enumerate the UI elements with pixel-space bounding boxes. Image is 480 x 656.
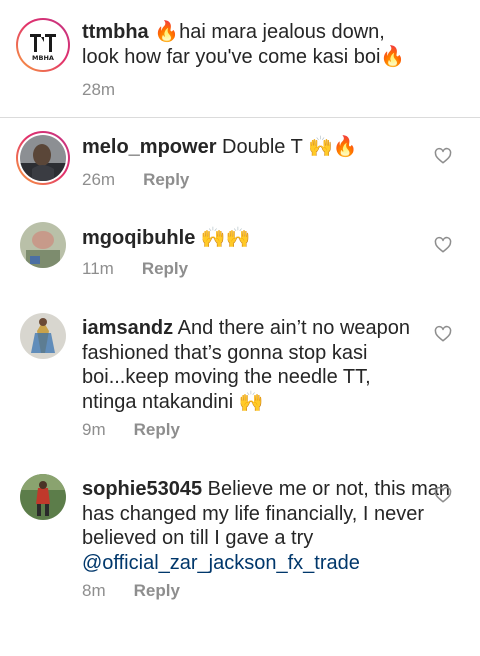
caption-text: ttmbha 🔥hai mara jealous down, look how … bbox=[82, 20, 422, 69]
comment-body: iamsandz And there ain’t no weapon fashi… bbox=[82, 316, 422, 414]
comment-body: melo_mpower Double T 🙌🔥 bbox=[82, 135, 422, 160]
story-ring[interactable]: MBHA bbox=[16, 18, 70, 72]
avatar-mgoqibuhle[interactable] bbox=[20, 222, 66, 268]
avatar-iamsandz[interactable] bbox=[20, 313, 66, 359]
comment-body: mgoqibuhle 🙌🙌 bbox=[82, 226, 422, 251]
timestamp: 11m bbox=[82, 259, 114, 278]
story-ring[interactable] bbox=[16, 131, 70, 185]
reply-button[interactable]: Reply bbox=[143, 170, 189, 190]
heart-outline-icon[interactable] bbox=[434, 486, 452, 504]
avatar-ttmbha[interactable]: MBHA bbox=[20, 22, 66, 68]
heart-outline-icon[interactable] bbox=[434, 236, 452, 254]
comment-meta: 26m Reply bbox=[82, 170, 189, 190]
comment-body: sophie53045 Believe me or not, this man … bbox=[82, 477, 452, 575]
avatar-sophie53045[interactable] bbox=[20, 474, 66, 520]
mention-link[interactable]: @official_zar_jackson_fx_trade bbox=[82, 552, 360, 574]
username[interactable]: mgoqibuhle bbox=[82, 227, 195, 249]
username[interactable]: sophie53045 bbox=[82, 478, 202, 500]
reply-button[interactable]: Reply bbox=[134, 420, 180, 440]
username[interactable]: ttmbha bbox=[82, 21, 149, 43]
comment-text: Double T 🙌🔥 bbox=[216, 136, 358, 158]
reply-button[interactable]: Reply bbox=[134, 581, 180, 601]
heart-outline-icon[interactable] bbox=[434, 325, 452, 343]
username[interactable]: melo_mpower bbox=[82, 136, 216, 158]
timestamp: 8m bbox=[82, 581, 106, 600]
divider bbox=[0, 117, 480, 118]
timestamp: 9m bbox=[82, 420, 106, 439]
avatar-logo-text: MBHA bbox=[32, 54, 54, 62]
post-caption: MBHA ttmbha 🔥hai mara jealous down, look… bbox=[0, 0, 480, 117]
avatar-melo-mpower[interactable] bbox=[20, 135, 66, 181]
comment-meta: 8m Reply bbox=[82, 581, 180, 601]
reply-button[interactable]: Reply bbox=[142, 259, 188, 279]
comment-meta: 11m Reply bbox=[82, 259, 188, 279]
heart-outline-icon[interactable] bbox=[434, 147, 452, 165]
comment-meta: 28m bbox=[82, 80, 115, 100]
timestamp: 26m bbox=[82, 170, 116, 189]
comment-meta: 9m Reply bbox=[82, 420, 180, 440]
username[interactable]: iamsandz bbox=[82, 317, 173, 339]
timestamp: 28m bbox=[82, 80, 116, 99]
comment-text: 🙌🙌 bbox=[195, 227, 251, 249]
